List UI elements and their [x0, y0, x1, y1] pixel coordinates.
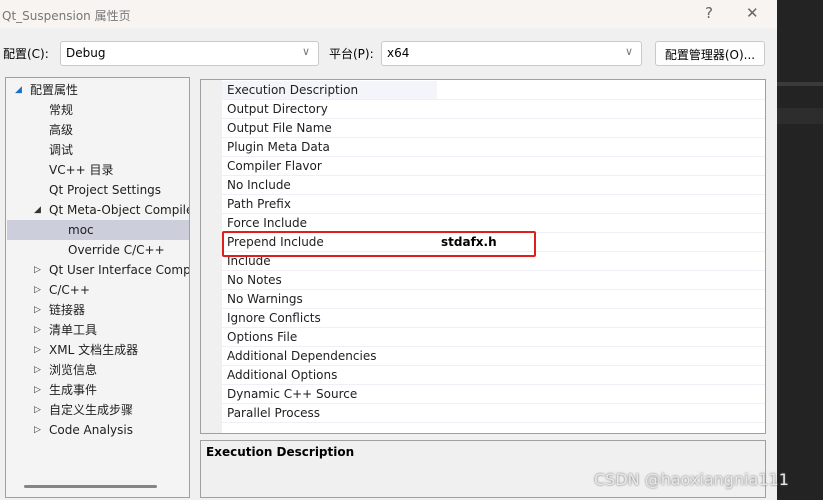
collapsed-arrow-icon[interactable]: ▷: [34, 380, 41, 400]
property-pages-dialog: Qt_Suspension 属性页 ? ✕ 配置(C): Debug ∨ 平台(P…: [0, 0, 777, 500]
property-row[interactable]: No Notes: [222, 271, 765, 290]
property-name: No Include: [227, 178, 291, 192]
watermark: CSDN @haoxiangnia111: [594, 470, 789, 489]
property-name: Force Include: [227, 216, 307, 230]
property-name: Additional Options: [227, 368, 338, 382]
property-name: Compiler Flavor: [227, 159, 322, 173]
window-title: Qt_Suspension 属性页: [2, 9, 131, 23]
property-row[interactable]: Compiler Flavor: [222, 157, 765, 176]
title-bar: Qt_Suspension 属性页 ? ✕: [0, 0, 777, 28]
expanded-arrow-icon[interactable]: ◢: [34, 200, 41, 220]
config-manager-button[interactable]: 配置管理器(O)...: [655, 41, 765, 66]
tree-item-label: XML 文档生成器: [49, 343, 139, 357]
tree-item-label: 链接器: [49, 303, 86, 317]
tree-item-label: Override C/C++: [68, 243, 165, 257]
tree-item-label: 常规: [49, 103, 74, 117]
collapsed-arrow-icon[interactable]: ▷: [34, 420, 41, 440]
tree-item-label: 高级: [49, 123, 74, 137]
description-title: Execution Description: [206, 445, 355, 459]
property-row[interactable]: Options File: [222, 328, 765, 347]
property-name: No Warnings: [227, 292, 303, 306]
expanded-arrow-icon[interactable]: ◢: [15, 80, 22, 100]
tree-item-label: moc: [68, 223, 94, 237]
collapsed-arrow-icon[interactable]: ▷: [34, 340, 41, 360]
property-row[interactable]: Path Prefix: [222, 195, 765, 214]
property-name: Output Directory: [227, 102, 328, 116]
tree-item-label: 配置属性: [30, 83, 79, 97]
tree-item-label: 浏览信息: [49, 363, 98, 377]
property-row[interactable]: No Warnings: [222, 290, 765, 309]
property-name: Parallel Process: [227, 406, 321, 420]
tree-item-label: Code Analysis: [49, 423, 133, 437]
category-tree[interactable]: ◢ 配置属性常规高级调试 VC++ 目录 Qt Project Settings ◢ Qt…: [5, 77, 190, 498]
property-row[interactable]: Execution Description: [222, 81, 765, 100]
platform-value: x64: [387, 46, 410, 60]
close-icon[interactable]: ✕: [746, 4, 759, 22]
platform-label: 平台(P):: [329, 47, 374, 61]
property-name: Additional Dependencies: [227, 349, 377, 363]
config-label: 配置(C):: [3, 47, 49, 61]
property-row[interactable]: No Include: [222, 176, 765, 195]
tree-item[interactable]: moc: [7, 220, 189, 240]
tree-item-label: 自定义生成步骤: [49, 403, 134, 417]
collapsed-arrow-icon[interactable]: ▷: [34, 400, 41, 420]
tree-item-label: 调试: [49, 143, 74, 157]
collapsed-arrow-icon[interactable]: ▷: [34, 320, 41, 340]
property-row[interactable]: Plugin Meta Data: [222, 138, 765, 157]
collapsed-arrow-icon[interactable]: ▷: [34, 280, 41, 300]
collapsed-arrow-icon[interactable]: ▷: [34, 360, 41, 380]
property-row[interactable]: Parallel Process: [222, 404, 765, 423]
property-name: Plugin Meta Data: [227, 140, 330, 154]
property-row[interactable]: Ignore Conflicts: [222, 309, 765, 328]
collapsed-arrow-icon[interactable]: ▷: [34, 300, 41, 320]
tree-item-label: Qt Meta-Object Compiler: [49, 203, 190, 217]
tree-item-label: Qt User Interface Compiler: [49, 263, 190, 277]
chevron-down-icon: ∨: [301, 45, 310, 58]
property-name: Output File Name: [227, 121, 332, 135]
config-value: Debug: [66, 46, 106, 60]
tree-item-label: C/C++: [49, 283, 90, 297]
platform-select[interactable]: x64 ∨: [381, 41, 642, 66]
property-name: Path Prefix: [227, 197, 291, 211]
tree-item-label: VC++ 目录: [49, 163, 114, 177]
property-name: Ignore Conflicts: [227, 311, 321, 325]
property-row[interactable]: Output Directory: [222, 100, 765, 119]
property-row[interactable]: Output File Name: [222, 119, 765, 138]
property-name: No Notes: [227, 273, 282, 287]
collapsed-arrow-icon[interactable]: ▷: [34, 260, 41, 280]
property-row[interactable]: Additional Options: [222, 366, 765, 385]
property-name: Options File: [227, 330, 298, 344]
grid-gutter: [201, 80, 222, 433]
highlight-box: [222, 231, 536, 257]
chevron-down-icon: ∨: [624, 45, 633, 58]
tree-item-label: Qt Project Settings: [49, 183, 162, 197]
horizontal-scrollbar[interactable]: [24, 485, 157, 488]
tree-item-label: 生成事件: [49, 383, 98, 397]
help-icon[interactable]: ?: [705, 4, 713, 22]
background-ide: [777, 0, 823, 500]
description-panel: Execution Description: [200, 440, 766, 498]
config-select[interactable]: Debug ∨: [60, 41, 319, 66]
tree-item-label: 清单工具: [49, 323, 98, 337]
property-row[interactable]: Dynamic C++ Source: [222, 385, 765, 404]
property-row[interactable]: Additional Dependencies: [222, 347, 765, 366]
property-name: Execution Description: [227, 83, 359, 97]
property-name: Dynamic C++ Source: [227, 387, 358, 401]
